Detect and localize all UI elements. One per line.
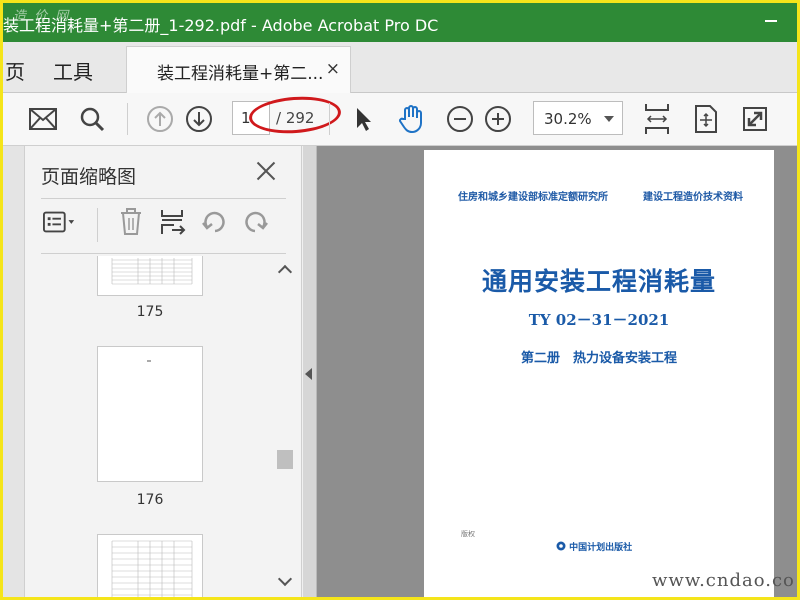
page-small-text: 版权 <box>461 530 475 538</box>
toolbar: 1 / 292 30.2% <box>3 93 797 146</box>
page-thumbnail-177[interactable] <box>97 534 203 597</box>
thumbnails-panel: 页面缩略图 175 176 <box>25 146 302 597</box>
thumbnail-label: 175 <box>136 304 164 320</box>
zoom-in-icon[interactable] <box>481 102 515 136</box>
document-volume: 第二册 热力设备安装工程 <box>520 351 677 366</box>
panel-title: 页面缩略图 <box>41 166 137 188</box>
panel-divider <box>41 253 286 254</box>
next-page-icon[interactable] <box>182 102 216 136</box>
extract-pages-icon[interactable] <box>156 206 190 238</box>
tab-close-button[interactable]: × <box>326 59 340 79</box>
panel-close-button[interactable] <box>255 160 277 182</box>
document-viewer[interactable]: 住房和城乡建设部标准定额研究所 建设工程造价技术资料 通用安装工程消耗量 TY … <box>303 146 797 597</box>
search-icon[interactable] <box>75 102 109 136</box>
thumbnail-scrollbar[interactable] <box>275 259 297 597</box>
publisher-logo-icon <box>556 541 566 551</box>
zoom-dropdown[interactable]: 30.2% <box>533 101 623 135</box>
page-thumbnail-175[interactable] <box>97 256 203 296</box>
title-bar: 装工程消耗量+第二册_1-292.pdf - Adobe Acrobat Pro… <box>3 3 797 42</box>
toolbar-separator <box>329 103 330 135</box>
thumbnail-list: 175 176 <box>25 256 275 597</box>
full-screen-icon[interactable] <box>738 102 772 136</box>
scroll-up-icon[interactable] <box>277 264 293 280</box>
publisher: 中国计划出版社 <box>556 540 632 553</box>
document-code: TY 02－31－2021 <box>528 311 670 329</box>
navigation-strip <box>3 146 25 597</box>
zoom-value: 30.2% <box>544 110 592 128</box>
rotate-clockwise-icon[interactable] <box>239 206 273 238</box>
select-cursor-icon[interactable] <box>346 102 380 136</box>
menu-home[interactable]: 页 <box>5 56 25 85</box>
site-watermark: www.cndao.co <box>652 570 795 591</box>
sidebar-toggle-icon[interactable] <box>3 102 23 136</box>
scrollbar-thumb[interactable] <box>277 450 293 469</box>
thumbnail-options-icon[interactable] <box>43 206 77 238</box>
page-thumbnail-176[interactable] <box>97 346 203 482</box>
scroll-down-icon[interactable] <box>277 571 293 587</box>
app-window: 装工程消耗量+第二册_1-292.pdf - Adobe Acrobat Pro… <box>3 3 797 597</box>
email-icon[interactable] <box>26 102 60 136</box>
minimize-button[interactable] <box>765 20 777 22</box>
thumbnail-label: 176 <box>136 492 164 508</box>
chevron-down-icon <box>604 116 614 122</box>
panel-collapse-handle[interactable] <box>303 146 317 597</box>
document-title: 通用安装工程消耗量 <box>481 267 716 296</box>
toolbar-separator <box>127 103 128 135</box>
panel-divider <box>41 198 286 199</box>
publisher-name: 中国计划出版社 <box>569 543 633 553</box>
delete-page-icon[interactable] <box>114 206 148 238</box>
fit-page-icon[interactable] <box>689 102 723 136</box>
page-header-left: 住房和城乡建设部标准定额研究所 <box>458 192 608 203</box>
hand-tool-icon[interactable] <box>394 102 428 136</box>
rotate-counterclockwise-icon[interactable] <box>197 206 231 238</box>
fit-width-icon[interactable] <box>640 102 674 136</box>
previous-page-icon[interactable] <box>143 102 177 136</box>
page-header-right: 建设工程造价技术资料 <box>643 192 743 203</box>
pdf-page: 住房和城乡建设部标准定额研究所 建设工程造价技术资料 通用安装工程消耗量 TY … <box>424 150 774 597</box>
panel-separator <box>97 208 98 242</box>
tab-label: 装工程消耗量+第二... <box>157 64 324 84</box>
document-tab[interactable]: 装工程消耗量+第二... × <box>126 46 351 93</box>
menu-tools[interactable]: 工具 <box>53 56 93 85</box>
zoom-out-icon[interactable] <box>443 102 477 136</box>
collapse-left-icon <box>305 368 312 380</box>
menu-bar: 页 工具 装工程消耗量+第二... × <box>3 42 797 93</box>
watermark-logo: 造 价 网 <box>13 9 71 24</box>
